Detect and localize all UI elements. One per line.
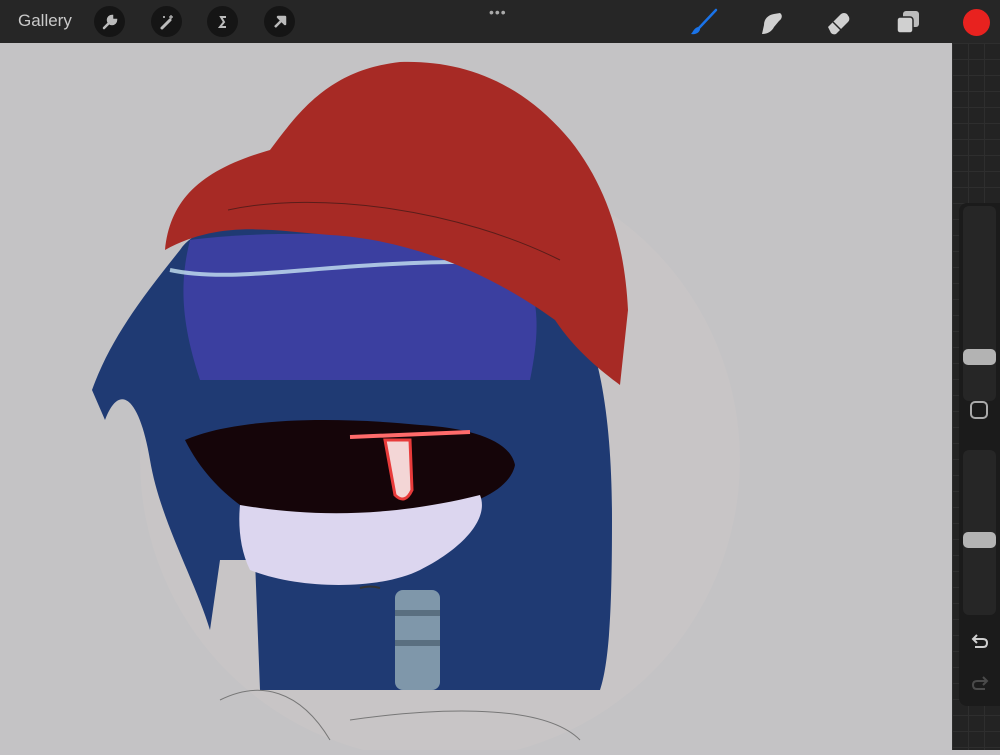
color-swatch	[962, 8, 990, 36]
transform-arrow-icon	[273, 15, 286, 28]
side-toolbar	[959, 203, 1000, 706]
modify-button[interactable]	[970, 401, 988, 419]
selection-button[interactable]	[207, 6, 238, 37]
transform-button[interactable]	[264, 6, 295, 37]
top-toolbar: Gallery •••	[0, 0, 1000, 43]
brush-icon	[691, 8, 718, 35]
magic-wand-icon	[160, 14, 173, 29]
actions-button[interactable]	[94, 6, 125, 37]
redo-icon	[971, 676, 989, 690]
eraser-icon	[828, 13, 850, 35]
undo-button[interactable]	[968, 631, 992, 651]
selection-s-icon	[217, 15, 226, 28]
layers-button[interactable]	[892, 6, 924, 38]
brush-button[interactable]	[688, 6, 720, 38]
adjustments-button[interactable]	[151, 6, 182, 37]
undo-icon	[971, 634, 989, 648]
opacity-thumb[interactable]	[963, 531, 996, 548]
smudge-icon	[762, 13, 782, 34]
redo-button[interactable]	[968, 673, 992, 693]
gallery-button[interactable]: Gallery	[18, 11, 72, 31]
brush-size-slider[interactable]	[963, 206, 996, 401]
brush-size-thumb[interactable]	[963, 349, 996, 366]
artwork	[92, 61, 740, 755]
eraser-button[interactable]	[823, 6, 855, 38]
drawing-canvas[interactable]	[0, 43, 952, 755]
color-button[interactable]	[960, 6, 992, 38]
layers-icon	[896, 11, 919, 34]
more-options-handle[interactable]: •••	[489, 4, 507, 20]
smudge-button[interactable]	[755, 6, 787, 38]
wrench-icon	[102, 14, 117, 29]
